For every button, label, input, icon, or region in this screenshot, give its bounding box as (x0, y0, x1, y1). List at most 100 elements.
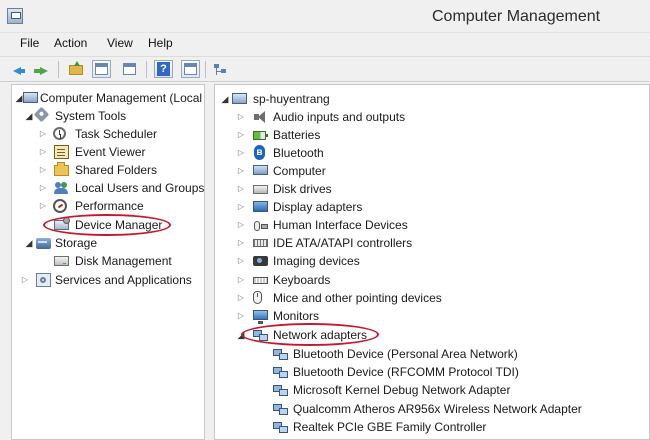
tree-item-performance[interactable]: ▷ Performance (12, 197, 204, 215)
pane-splitter[interactable] (205, 84, 214, 440)
console-tree-pane[interactable]: ◢ Computer Management (Local ◢ System To… (11, 84, 205, 440)
tree-label: System Tools (55, 109, 127, 123)
device-category-disk-drives[interactable]: ▷ Disk drives (215, 180, 649, 198)
tree-label: Device Manager (75, 218, 163, 232)
device-category-monitors[interactable]: ▷ Monitors (215, 307, 649, 325)
expand-arrow-icon[interactable]: ▷ (236, 108, 246, 126)
expand-arrow-icon[interactable]: ▷ (38, 125, 48, 143)
collapse-arrow-icon[interactable]: ◢ (220, 90, 230, 108)
tree-item-disk-management[interactable]: Disk Management (12, 252, 204, 270)
expand-arrow-icon[interactable]: ▷ (236, 144, 246, 162)
keyboard-icon (253, 277, 268, 284)
expand-arrow-icon[interactable]: ▷ (236, 252, 246, 270)
tree-item-task-scheduler[interactable]: ▷ Task Scheduler (12, 125, 204, 143)
network-adapter-icon (253, 328, 268, 342)
menu-bar: File Action View Help (0, 34, 650, 54)
back-button[interactable] (11, 60, 30, 78)
expand-arrow-icon[interactable]: ▷ (236, 162, 246, 180)
device-tree-pane[interactable]: ◢ sp-huyentrang ▷ Audio inputs and outpu… (214, 84, 650, 440)
disk-icon (54, 256, 69, 266)
expand-arrow-icon[interactable]: ▷ (236, 198, 246, 216)
toolbar-separator (58, 61, 59, 78)
tree-item-local-users-and-groups[interactable]: ▷ Local Users and Groups (12, 179, 205, 197)
event-log-icon (54, 145, 69, 159)
clock-icon (53, 127, 66, 140)
device-category-imaging-devices[interactable]: ▷ Imaging devices (215, 252, 649, 270)
device-category-label: Audio inputs and outputs (273, 110, 406, 124)
tree-item-device-manager[interactable]: Device Manager (12, 216, 204, 234)
up-one-level-button[interactable] (66, 60, 85, 78)
device-category-label: Computer (273, 164, 326, 178)
expand-arrow-icon[interactable]: ▷ (38, 161, 48, 179)
collapse-arrow-icon[interactable]: ◢ (24, 234, 34, 252)
tree-item-storage[interactable]: ◢ Storage (12, 234, 204, 252)
back-arrow-icon (13, 67, 25, 75)
device-category-label: Keyboards (273, 273, 331, 287)
tree-label: Local Users and Groups (75, 181, 205, 195)
users-icon (54, 181, 69, 195)
expand-arrow-icon[interactable]: ▷ (236, 271, 246, 289)
device-category-keyboards[interactable]: ▷ Keyboards (215, 271, 649, 289)
tree-item-services-and-applications[interactable]: ▷ Services and Applications (12, 271, 204, 289)
menu-view[interactable]: View (107, 36, 133, 50)
device-tree-icon (213, 63, 227, 76)
menu-file[interactable]: File (20, 36, 39, 50)
collapse-arrow-icon[interactable]: ◢ (24, 107, 34, 125)
computer-management-app-icon[interactable] (7, 8, 23, 24)
expand-arrow-icon[interactable]: ▷ (38, 179, 48, 197)
device-tree-button[interactable] (210, 60, 229, 78)
expand-arrow-icon[interactable]: ▷ (38, 143, 48, 161)
expand-arrow-icon[interactable]: ▷ (236, 126, 246, 144)
network-adapter-item[interactable]: Realtek PCIe GBE Family Controller (215, 418, 649, 436)
tree-item-system-tools[interactable]: ◢ System Tools (12, 106, 204, 125)
expand-arrow-icon[interactable]: ▷ (236, 180, 246, 198)
device-category-label: Mice and other pointing devices (273, 291, 442, 305)
window-title: Computer Management (432, 8, 601, 25)
expand-arrow-icon[interactable]: ▷ (236, 289, 246, 307)
console-tree-icon (95, 63, 108, 75)
disk-drive-icon (253, 185, 268, 194)
show-hide-console-tree-button[interactable] (92, 60, 111, 78)
tree-item-computer-management[interactable]: ◢ Computer Management (Local (12, 89, 204, 107)
device-category-human-interface-devices[interactable]: ▷ Human Interface Devices (215, 216, 649, 234)
menu-help[interactable]: Help (148, 36, 173, 50)
help-button[interactable]: ? (154, 60, 173, 78)
collapse-arrow-icon[interactable]: ◢ (236, 326, 246, 344)
tree-label: Shared Folders (75, 163, 158, 177)
services-icon (36, 273, 51, 287)
expand-arrow-icon[interactable]: ▷ (236, 234, 246, 252)
network-adapter-item[interactable]: Microsoft Kernel Debug Network Adapter (215, 381, 649, 399)
device-manager-icon (54, 217, 70, 230)
expand-arrow-icon[interactable]: ▷ (236, 307, 246, 325)
device-category-computer[interactable]: ▷ Computer (215, 162, 649, 180)
forward-button[interactable] (33, 60, 52, 78)
device-category-batteries[interactable]: ▷ Batteries (215, 126, 649, 144)
show-hide-action-pane-button[interactable] (181, 60, 200, 78)
ide-controller-icon (253, 239, 268, 247)
toolbar-separator (205, 61, 206, 78)
hid-icon (253, 218, 268, 232)
network-adapter-label: Bluetooth Device (RFCOMM Protocol TDI) (293, 365, 519, 379)
device-category-display-adapters[interactable]: ▷ Display adapters (215, 198, 649, 216)
device-category-mice[interactable]: ▷ Mice and other pointing devices (215, 289, 649, 307)
computer-icon (232, 93, 247, 104)
device-category-bluetooth[interactable]: ▷ ʙ Bluetooth (215, 144, 649, 162)
camera-icon (253, 256, 268, 266)
device-category-ide-ata-atapi[interactable]: ▷ IDE ATA/ATAPI controllers (215, 234, 649, 252)
device-category-network-adapters[interactable]: ◢ Network adapters (215, 326, 649, 344)
expand-arrow-icon[interactable]: ▷ (38, 197, 48, 215)
expand-arrow-icon[interactable]: ▷ (236, 216, 246, 234)
tree-item-event-viewer[interactable]: ▷ Event Viewer (12, 143, 204, 161)
network-adapter-item[interactable]: Qualcomm Atheros AR956x Wireless Network… (215, 400, 649, 418)
tree-item-shared-folders[interactable]: ▷ Shared Folders (12, 161, 204, 179)
bluetooth-icon: ʙ (254, 145, 265, 160)
network-adapter-item[interactable]: Bluetooth Device (RFCOMM Protocol TDI) (215, 363, 649, 381)
mouse-icon (253, 291, 262, 304)
network-adapter-item[interactable]: Bluetooth Device (Personal Area Network) (215, 345, 649, 363)
device-category-audio[interactable]: ▷ Audio inputs and outputs (215, 108, 649, 126)
expand-arrow-icon[interactable]: ▷ (20, 271, 30, 289)
network-adapter-icon (273, 347, 288, 361)
device-tree-root[interactable]: ◢ sp-huyentrang (215, 90, 649, 108)
menu-action[interactable]: Action (54, 36, 87, 50)
properties-button[interactable] (120, 60, 139, 78)
